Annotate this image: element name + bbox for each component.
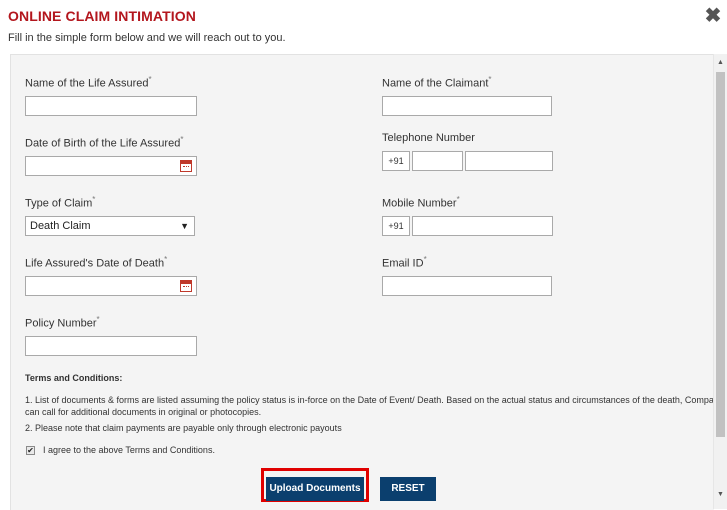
dialog-subtitle: Fill in the simple form below and we wil… bbox=[8, 32, 286, 44]
scrollbar[interactable]: ▲ ▼ bbox=[713, 54, 727, 509]
telephone-label: Telephone Number bbox=[382, 132, 475, 144]
claimant-name-input[interactable] bbox=[383, 98, 551, 116]
telephone-number-input[interactable] bbox=[466, 153, 552, 171]
claimant-name-field[interactable] bbox=[382, 96, 552, 116]
terms-line-3: 2. Please note that claim payments are p… bbox=[25, 423, 342, 433]
telephone-std-field[interactable] bbox=[412, 151, 463, 171]
terms-heading: Terms and Conditions: bbox=[25, 373, 123, 383]
upload-documents-button[interactable]: Upload Documents bbox=[266, 477, 364, 501]
mobile-number-input[interactable] bbox=[413, 218, 552, 236]
close-icon[interactable]: ✖ bbox=[704, 6, 722, 26]
date-of-death-label: Life Assured's Date of Death* bbox=[25, 255, 168, 270]
email-label: Email ID* bbox=[382, 255, 427, 270]
agree-label: I agree to the above Terms and Condition… bbox=[43, 445, 215, 455]
terms-line-2: can call for additional documents in ori… bbox=[25, 407, 262, 417]
policy-number-input[interactable] bbox=[26, 338, 196, 356]
mobile-number-field[interactable] bbox=[412, 216, 553, 236]
claim-type-selected: Death Claim bbox=[30, 220, 91, 232]
telephone-std-input[interactable] bbox=[413, 153, 462, 171]
policy-number-label: Policy Number* bbox=[25, 315, 100, 330]
date-of-death-field[interactable] bbox=[25, 276, 197, 296]
dob-field[interactable] bbox=[25, 156, 197, 176]
mobile-country-code: +91 bbox=[382, 216, 410, 236]
form-panel: Name of the Life Assured* Name of the Cl… bbox=[10, 54, 714, 510]
telephone-number-field[interactable] bbox=[465, 151, 553, 171]
calendar-icon[interactable] bbox=[180, 160, 192, 172]
policy-number-field[interactable] bbox=[25, 336, 197, 356]
claimant-name-label: Name of the Claimant* bbox=[382, 75, 492, 90]
dialog-title: ONLINE CLAIM INTIMATION bbox=[8, 8, 196, 24]
dropdown-arrow-icon: ▼ bbox=[180, 221, 189, 231]
telephone-country-code: +91 bbox=[382, 151, 410, 171]
email-input[interactable] bbox=[383, 278, 551, 296]
date-of-death-input[interactable] bbox=[26, 278, 196, 296]
life-assured-name-label: Name of the Life Assured* bbox=[25, 75, 152, 90]
dob-input[interactable] bbox=[26, 158, 196, 176]
scrollbar-thumb[interactable] bbox=[716, 72, 725, 437]
calendar-icon[interactable] bbox=[180, 280, 192, 292]
scroll-down-icon[interactable]: ▼ bbox=[714, 488, 727, 502]
life-assured-name-input[interactable] bbox=[26, 98, 196, 116]
mobile-label: Mobile Number* bbox=[382, 195, 460, 210]
claim-type-label: Type of Claim* bbox=[25, 195, 96, 210]
email-field[interactable] bbox=[382, 276, 552, 296]
agree-checkbox[interactable]: ✔ bbox=[26, 446, 35, 455]
dob-label: Date of Birth of the Life Assured* bbox=[25, 135, 184, 150]
reset-button[interactable]: RESET bbox=[380, 477, 436, 501]
scroll-up-icon[interactable]: ▲ bbox=[714, 56, 727, 70]
claim-type-select[interactable]: Death Claim ▼ bbox=[25, 216, 195, 236]
terms-line-1: 1. List of documents & forms are listed … bbox=[25, 395, 714, 405]
life-assured-name-field[interactable] bbox=[25, 96, 197, 116]
